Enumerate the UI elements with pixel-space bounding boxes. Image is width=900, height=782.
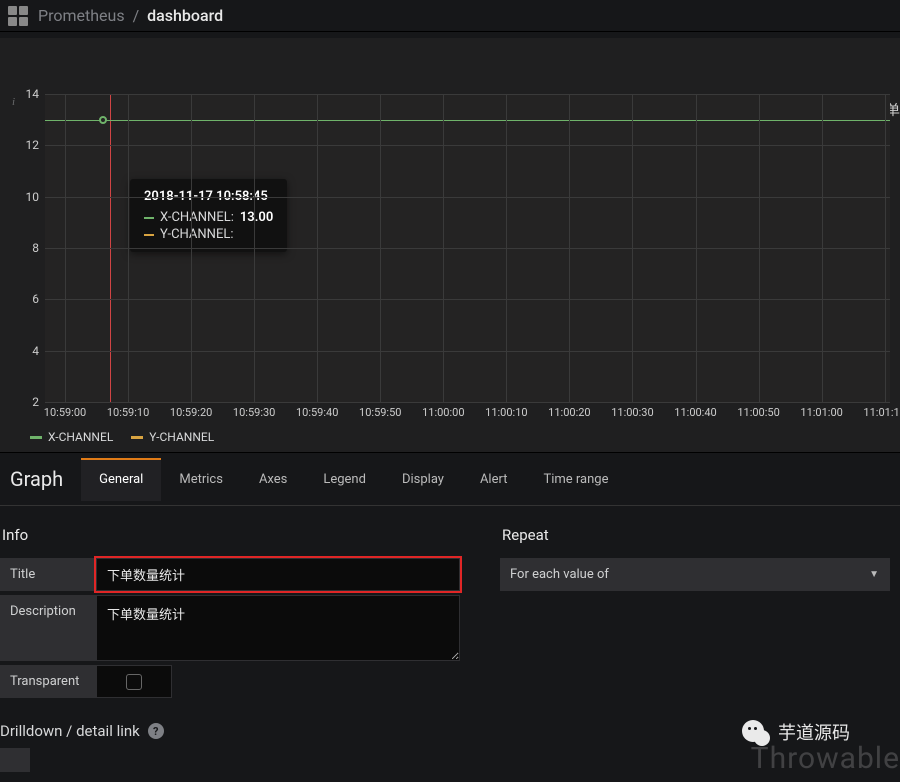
info-section-title: Info	[0, 526, 460, 544]
app-grid-icon[interactable]	[8, 6, 28, 26]
title-input[interactable]	[96, 558, 460, 591]
editor-title: Graph	[0, 453, 81, 505]
breadcrumb: Prometheus / dashboard	[38, 6, 223, 25]
chevron-down-icon: ▼	[869, 569, 879, 580]
tab-axes[interactable]: Axes	[241, 458, 305, 501]
help-icon[interactable]: ?	[148, 723, 164, 739]
title-label: Title	[0, 558, 96, 591]
tab-general[interactable]: General	[81, 458, 161, 501]
chart-tooltip: 2018-11-17 10:58:45 X-CHANNEL:13.00Y-CHA…	[130, 179, 287, 252]
watermark-throwable: Throwable	[751, 741, 900, 776]
add-link-button[interactable]	[0, 748, 30, 772]
tab-time-range[interactable]: Time range	[525, 458, 626, 501]
chart-legend: X-CHANNEL Y-CHANNEL	[10, 422, 890, 448]
graph-panel: i 下单 2468101214 2018-11-17 10:58:45 X-CH…	[0, 38, 900, 452]
legend-item[interactable]: Y-CHANNEL	[131, 430, 214, 444]
plot-area[interactable]: 2018-11-17 10:58:45 X-CHANNEL:13.00Y-CHA…	[45, 94, 890, 402]
tab-metrics[interactable]: Metrics	[161, 458, 241, 501]
breadcrumb-root[interactable]: Prometheus	[38, 6, 125, 25]
repeat-section-title: Repeat	[500, 526, 890, 544]
transparent-checkbox[interactable]	[96, 665, 172, 698]
description-input[interactable]	[96, 595, 460, 661]
series-line-x-channel	[45, 120, 890, 121]
drilldown-label: Drilldown / detail link	[0, 722, 140, 740]
tab-display[interactable]: Display	[384, 458, 462, 501]
x-axis: 10:59:0010:59:1010:59:2010:59:3010:59:40…	[45, 402, 890, 422]
y-axis: 2468101214	[10, 94, 45, 402]
tab-alert[interactable]: Alert	[462, 458, 526, 501]
tab-legend[interactable]: Legend	[305, 458, 384, 501]
breadcrumb-current: dashboard	[147, 6, 223, 25]
legend-item[interactable]: X-CHANNEL	[30, 430, 113, 444]
editor-tabs: GeneralMetricsAxesLegendDisplayAlertTime…	[81, 458, 626, 501]
description-label: Description	[0, 595, 96, 661]
repeat-select[interactable]: ▼	[626, 558, 890, 591]
repeat-label: For each value of	[500, 558, 626, 591]
series-point-x-channel	[99, 116, 107, 124]
transparent-label: Transparent	[0, 665, 96, 698]
